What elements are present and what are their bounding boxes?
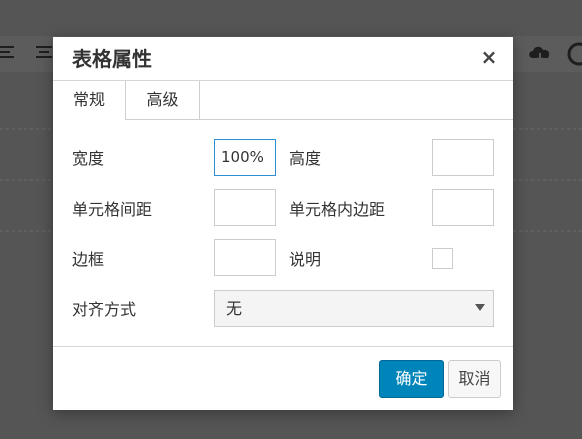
wordpress-icon[interactable] [567, 42, 582, 66]
tab-general[interactable]: 常规 [53, 81, 126, 120]
width-label: 宽度 [72, 149, 105, 168]
cell-padding-label: 单元格内边距 [289, 200, 386, 219]
dialog-title: 表格属性 [72, 47, 152, 71]
tab-advanced[interactable]: 高级 [126, 81, 200, 119]
cloud-download-icon[interactable] [527, 42, 553, 66]
border-input[interactable] [214, 239, 276, 276]
ok-button[interactable]: 确定 [379, 360, 444, 398]
cell-padding-input[interactable] [432, 189, 494, 226]
alignment-select-value: 无 [226, 299, 243, 318]
table-properties-dialog: 表格属性 × 常规 高级 宽度 100% 高度 单元格间距 单元格内边距 边框 … [53, 37, 513, 410]
height-label: 高度 [289, 149, 322, 168]
cell-spacing-input[interactable] [214, 189, 276, 226]
align-left-icon[interactable] [0, 43, 20, 63]
cancel-button[interactable]: 取消 [448, 360, 501, 398]
height-input[interactable] [432, 139, 494, 176]
alignment-select[interactable]: 无 [214, 290, 494, 327]
modal-backdrop: 表格属性 × 常规 高级 宽度 100% 高度 单元格间距 单元格内边距 边框 … [0, 0, 582, 439]
caption-label: 说明 [289, 250, 322, 269]
tab-bar: 常规 高级 [53, 81, 513, 120]
dialog-footer: 确定 取消 [53, 346, 513, 410]
alignment-label: 对齐方式 [72, 300, 137, 319]
caption-checkbox[interactable] [432, 248, 453, 269]
dialog-header: 表格属性 × [53, 37, 513, 81]
close-icon[interactable]: × [479, 47, 499, 67]
border-label: 边框 [72, 250, 105, 269]
width-input[interactable]: 100% [214, 139, 276, 176]
cell-spacing-label: 单元格间距 [72, 200, 153, 219]
chevron-down-icon [475, 304, 485, 311]
